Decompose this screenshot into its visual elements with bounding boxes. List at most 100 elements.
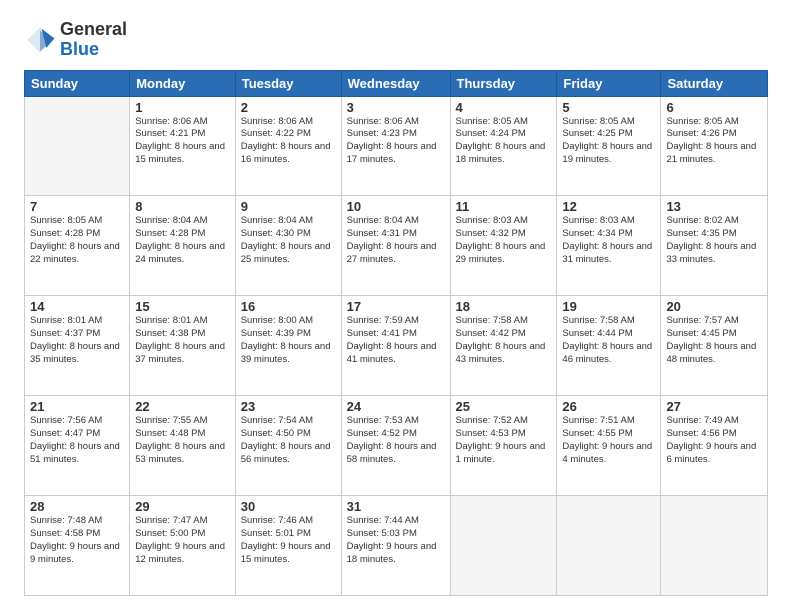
calendar-cell: 12Sunrise: 8:03 AM Sunset: 4:34 PM Dayli… <box>557 196 661 296</box>
day-info: Sunrise: 7:46 AM Sunset: 5:01 PM Dayligh… <box>241 515 336 566</box>
calendar-cell: 10Sunrise: 8:04 AM Sunset: 4:31 PM Dayli… <box>341 196 450 296</box>
day-number: 27 <box>666 399 762 414</box>
day-info: Sunrise: 8:05 AM Sunset: 4:25 PM Dayligh… <box>562 116 655 167</box>
page: General Blue SundayMondayTuesdayWednesda… <box>0 0 792 612</box>
day-info: Sunrise: 7:55 AM Sunset: 4:48 PM Dayligh… <box>135 415 230 466</box>
day-number: 21 <box>30 399 124 414</box>
day-info: Sunrise: 7:47 AM Sunset: 5:00 PM Dayligh… <box>135 515 230 566</box>
weekday-header-tuesday: Tuesday <box>235 70 341 96</box>
day-number: 1 <box>135 100 230 115</box>
calendar-cell: 28Sunrise: 7:48 AM Sunset: 4:58 PM Dayli… <box>25 496 130 596</box>
calendar-cell: 17Sunrise: 7:59 AM Sunset: 4:41 PM Dayli… <box>341 296 450 396</box>
weekday-header-monday: Monday <box>130 70 236 96</box>
calendar-cell: 21Sunrise: 7:56 AM Sunset: 4:47 PM Dayli… <box>25 396 130 496</box>
day-number: 13 <box>666 199 762 214</box>
calendar-cell: 4Sunrise: 8:05 AM Sunset: 4:24 PM Daylig… <box>450 96 557 196</box>
day-info: Sunrise: 8:06 AM Sunset: 4:23 PM Dayligh… <box>347 116 445 167</box>
calendar-cell: 9Sunrise: 8:04 AM Sunset: 4:30 PM Daylig… <box>235 196 341 296</box>
day-number: 20 <box>666 299 762 314</box>
day-number: 28 <box>30 499 124 514</box>
calendar-cell: 16Sunrise: 8:00 AM Sunset: 4:39 PM Dayli… <box>235 296 341 396</box>
calendar-cell: 27Sunrise: 7:49 AM Sunset: 4:56 PM Dayli… <box>661 396 768 496</box>
day-info: Sunrise: 7:49 AM Sunset: 4:56 PM Dayligh… <box>666 415 762 466</box>
calendar-cell: 8Sunrise: 8:04 AM Sunset: 4:28 PM Daylig… <box>130 196 236 296</box>
day-info: Sunrise: 8:03 AM Sunset: 4:32 PM Dayligh… <box>456 215 552 266</box>
day-number: 19 <box>562 299 655 314</box>
calendar-cell: 24Sunrise: 7:53 AM Sunset: 4:52 PM Dayli… <box>341 396 450 496</box>
day-info: Sunrise: 7:54 AM Sunset: 4:50 PM Dayligh… <box>241 415 336 466</box>
day-number: 12 <box>562 199 655 214</box>
logo-text: General Blue <box>60 20 127 60</box>
calendar-cell: 15Sunrise: 8:01 AM Sunset: 4:38 PM Dayli… <box>130 296 236 396</box>
day-number: 15 <box>135 299 230 314</box>
day-info: Sunrise: 8:05 AM Sunset: 4:24 PM Dayligh… <box>456 116 552 167</box>
calendar-week-4: 28Sunrise: 7:48 AM Sunset: 4:58 PM Dayli… <box>25 496 768 596</box>
weekday-header-sunday: Sunday <box>25 70 130 96</box>
calendar-cell: 29Sunrise: 7:47 AM Sunset: 5:00 PM Dayli… <box>130 496 236 596</box>
day-info: Sunrise: 7:58 AM Sunset: 4:44 PM Dayligh… <box>562 315 655 366</box>
day-info: Sunrise: 8:01 AM Sunset: 4:38 PM Dayligh… <box>135 315 230 366</box>
calendar-cell: 19Sunrise: 7:58 AM Sunset: 4:44 PM Dayli… <box>557 296 661 396</box>
day-info: Sunrise: 7:56 AM Sunset: 4:47 PM Dayligh… <box>30 415 124 466</box>
day-number: 3 <box>347 100 445 115</box>
logo-icon <box>24 24 56 56</box>
day-info: Sunrise: 8:02 AM Sunset: 4:35 PM Dayligh… <box>666 215 762 266</box>
day-info: Sunrise: 8:05 AM Sunset: 4:28 PM Dayligh… <box>30 215 124 266</box>
day-number: 9 <box>241 199 336 214</box>
day-number: 30 <box>241 499 336 514</box>
day-info: Sunrise: 8:05 AM Sunset: 4:26 PM Dayligh… <box>666 116 762 167</box>
day-number: 10 <box>347 199 445 214</box>
day-number: 24 <box>347 399 445 414</box>
day-number: 6 <box>666 100 762 115</box>
calendar-cell: 2Sunrise: 8:06 AM Sunset: 4:22 PM Daylig… <box>235 96 341 196</box>
day-number: 29 <box>135 499 230 514</box>
weekday-header-saturday: Saturday <box>661 70 768 96</box>
calendar-cell: 18Sunrise: 7:58 AM Sunset: 4:42 PM Dayli… <box>450 296 557 396</box>
day-number: 2 <box>241 100 336 115</box>
day-info: Sunrise: 7:52 AM Sunset: 4:53 PM Dayligh… <box>456 415 552 466</box>
calendar-cell: 7Sunrise: 8:05 AM Sunset: 4:28 PM Daylig… <box>25 196 130 296</box>
calendar-cell: 5Sunrise: 8:05 AM Sunset: 4:25 PM Daylig… <box>557 96 661 196</box>
calendar-cell <box>450 496 557 596</box>
day-info: Sunrise: 8:00 AM Sunset: 4:39 PM Dayligh… <box>241 315 336 366</box>
day-info: Sunrise: 8:04 AM Sunset: 4:31 PM Dayligh… <box>347 215 445 266</box>
day-info: Sunrise: 8:04 AM Sunset: 4:28 PM Dayligh… <box>135 215 230 266</box>
weekday-header-friday: Friday <box>557 70 661 96</box>
day-number: 16 <box>241 299 336 314</box>
day-info: Sunrise: 8:03 AM Sunset: 4:34 PM Dayligh… <box>562 215 655 266</box>
weekday-header-thursday: Thursday <box>450 70 557 96</box>
calendar-cell: 20Sunrise: 7:57 AM Sunset: 4:45 PM Dayli… <box>661 296 768 396</box>
day-number: 23 <box>241 399 336 414</box>
calendar-cell <box>661 496 768 596</box>
day-info: Sunrise: 8:06 AM Sunset: 4:22 PM Dayligh… <box>241 116 336 167</box>
calendar-week-3: 21Sunrise: 7:56 AM Sunset: 4:47 PM Dayli… <box>25 396 768 496</box>
day-info: Sunrise: 7:51 AM Sunset: 4:55 PM Dayligh… <box>562 415 655 466</box>
calendar-cell: 1Sunrise: 8:06 AM Sunset: 4:21 PM Daylig… <box>130 96 236 196</box>
day-info: Sunrise: 7:57 AM Sunset: 4:45 PM Dayligh… <box>666 315 762 366</box>
calendar-cell: 30Sunrise: 7:46 AM Sunset: 5:01 PM Dayli… <box>235 496 341 596</box>
logo: General Blue <box>24 20 127 60</box>
calendar-week-0: 1Sunrise: 8:06 AM Sunset: 4:21 PM Daylig… <box>25 96 768 196</box>
day-info: Sunrise: 7:53 AM Sunset: 4:52 PM Dayligh… <box>347 415 445 466</box>
calendar-table: SundayMondayTuesdayWednesdayThursdayFrid… <box>24 70 768 596</box>
weekday-header-row: SundayMondayTuesdayWednesdayThursdayFrid… <box>25 70 768 96</box>
day-info: Sunrise: 7:59 AM Sunset: 4:41 PM Dayligh… <box>347 315 445 366</box>
calendar-cell: 13Sunrise: 8:02 AM Sunset: 4:35 PM Dayli… <box>661 196 768 296</box>
day-info: Sunrise: 7:58 AM Sunset: 4:42 PM Dayligh… <box>456 315 552 366</box>
day-number: 17 <box>347 299 445 314</box>
calendar-cell <box>557 496 661 596</box>
day-number: 22 <box>135 399 230 414</box>
day-number: 25 <box>456 399 552 414</box>
calendar-cell: 22Sunrise: 7:55 AM Sunset: 4:48 PM Dayli… <box>130 396 236 496</box>
calendar-cell: 11Sunrise: 8:03 AM Sunset: 4:32 PM Dayli… <box>450 196 557 296</box>
calendar-cell: 26Sunrise: 7:51 AM Sunset: 4:55 PM Dayli… <box>557 396 661 496</box>
calendar-cell: 14Sunrise: 8:01 AM Sunset: 4:37 PM Dayli… <box>25 296 130 396</box>
day-number: 5 <box>562 100 655 115</box>
calendar-cell: 23Sunrise: 7:54 AM Sunset: 4:50 PM Dayli… <box>235 396 341 496</box>
day-number: 7 <box>30 199 124 214</box>
day-number: 14 <box>30 299 124 314</box>
calendar-cell: 25Sunrise: 7:52 AM Sunset: 4:53 PM Dayli… <box>450 396 557 496</box>
day-info: Sunrise: 8:04 AM Sunset: 4:30 PM Dayligh… <box>241 215 336 266</box>
header: General Blue <box>24 20 768 60</box>
calendar-cell: 31Sunrise: 7:44 AM Sunset: 5:03 PM Dayli… <box>341 496 450 596</box>
